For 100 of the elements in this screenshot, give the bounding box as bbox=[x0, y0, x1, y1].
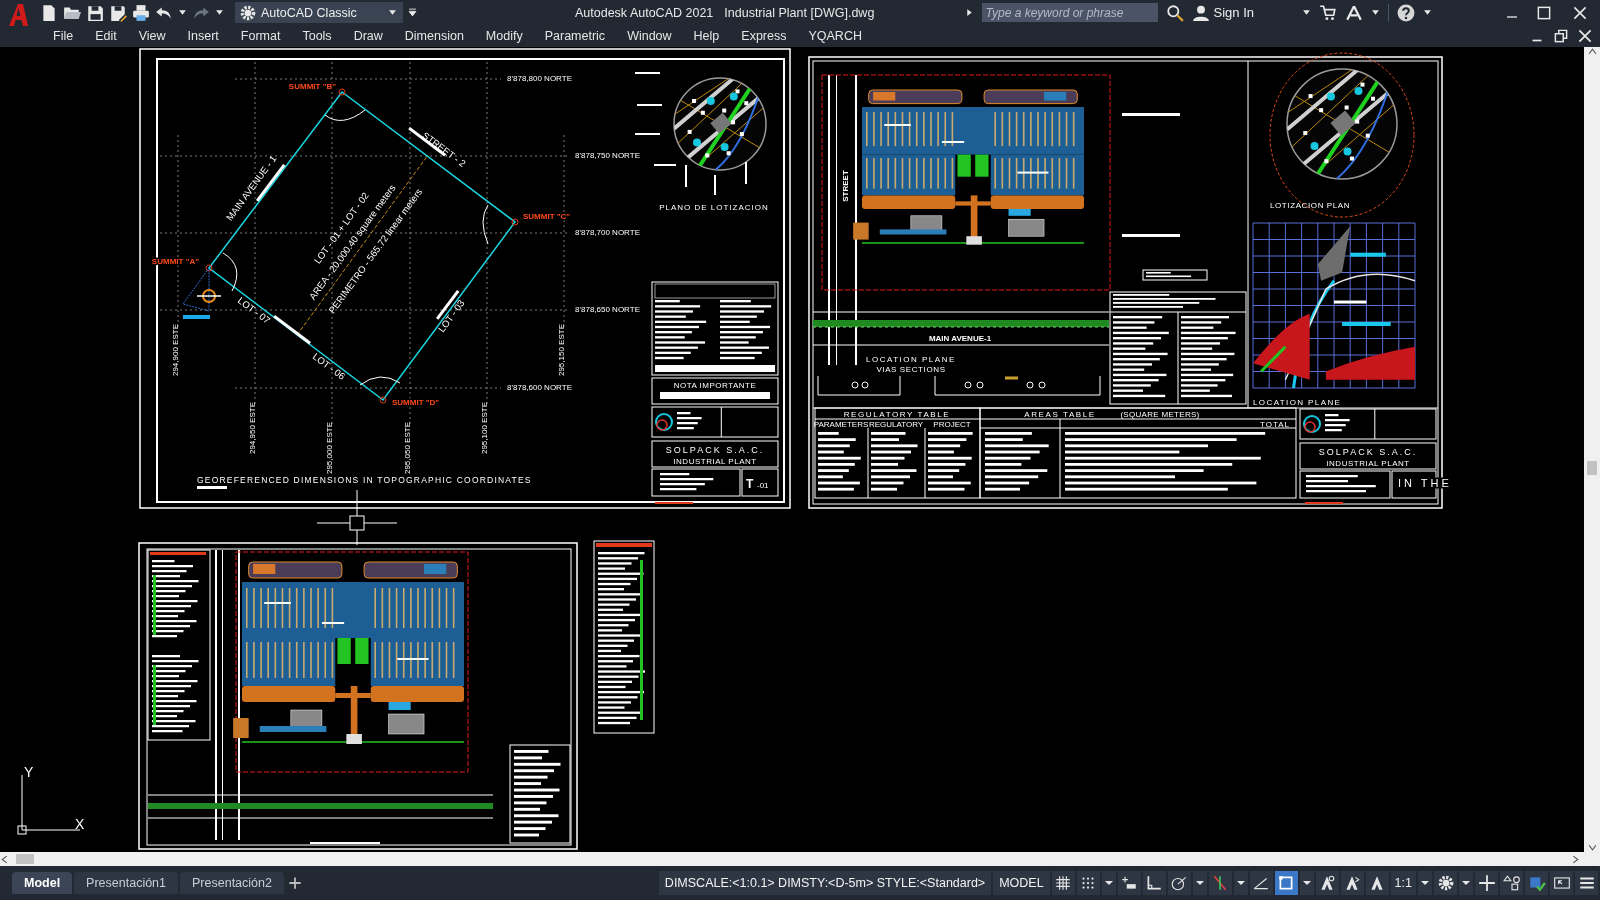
dropdown-toggle[interactable] bbox=[1459, 871, 1473, 895]
scale-bar bbox=[655, 502, 693, 504]
axis-label: Y bbox=[24, 764, 34, 780]
osnap-toggle[interactable] bbox=[1208, 871, 1232, 895]
dynamic-input-toggle[interactable] bbox=[1117, 871, 1141, 895]
caret-icon[interactable] bbox=[178, 8, 187, 17]
dropdown-toggle[interactable] bbox=[1101, 871, 1116, 895]
caret-icon[interactable] bbox=[1371, 8, 1380, 17]
menu-item[interactable]: Help bbox=[682, 29, 731, 43]
minimize-icon bbox=[1507, 15, 1517, 18]
menu-item[interactable]: Express bbox=[730, 29, 798, 43]
autoscale-toggle[interactable] bbox=[1340, 871, 1364, 895]
caret-icon[interactable] bbox=[1302, 8, 1311, 17]
coordinate-label: 8'878,800 NORTE bbox=[507, 74, 572, 83]
summit-label: SUMMIT "D" bbox=[392, 398, 440, 407]
dropdown-toggle[interactable] bbox=[1418, 871, 1432, 895]
caret-icon bbox=[1302, 881, 1311, 885]
search-icon[interactable] bbox=[1165, 3, 1184, 22]
annoscale-toggle[interactable] bbox=[1365, 871, 1389, 895]
grid-toggle[interactable] bbox=[1051, 871, 1075, 895]
scale-bar bbox=[1305, 502, 1343, 504]
caret-icon[interactable] bbox=[215, 8, 224, 17]
company-name: SOLPACK S.A.C. bbox=[1318, 447, 1418, 457]
print-icon[interactable] bbox=[132, 3, 150, 22]
menu-item[interactable]: View bbox=[127, 29, 177, 43]
annotation-icon bbox=[1318, 874, 1337, 892]
polar-toggle[interactable] bbox=[1167, 871, 1191, 895]
triangle-nodes-icon[interactable] bbox=[1345, 3, 1363, 22]
scroll-left-icon[interactable] bbox=[0, 854, 9, 864]
snap-toggle[interactable] bbox=[1076, 871, 1100, 895]
cursor-icon bbox=[316, 489, 398, 546]
menu-item[interactable]: Format bbox=[229, 29, 292, 43]
project-name: INDUSTRIAL PLANT bbox=[673, 457, 757, 466]
menu-item[interactable]: Tools bbox=[291, 29, 343, 43]
new-file-icon[interactable] bbox=[40, 3, 58, 22]
menu-item[interactable]: Draw bbox=[342, 29, 394, 43]
scroll-down-icon[interactable] bbox=[1587, 843, 1597, 852]
menu-toggle[interactable] bbox=[1575, 871, 1598, 895]
save-as-icon[interactable] bbox=[109, 3, 127, 22]
scroll-up-icon[interactable] bbox=[1587, 47, 1597, 56]
street-label: STREET bbox=[841, 170, 850, 202]
angle-toggle[interactable] bbox=[1249, 871, 1273, 895]
menu-item[interactable]: YQARCH bbox=[797, 29, 873, 43]
scroll-right-icon[interactable] bbox=[1571, 854, 1580, 864]
expand-icon[interactable] bbox=[964, 8, 974, 17]
project-name: INDUSTRIAL PLANT bbox=[1326, 459, 1410, 468]
dropdown-toggle[interactable] bbox=[1233, 871, 1248, 895]
isolate-icon bbox=[1502, 874, 1521, 892]
caret-icon[interactable] bbox=[1423, 8, 1432, 17]
sheet-number-frame bbox=[741, 468, 779, 497]
cart-icon[interactable] bbox=[1319, 3, 1337, 22]
isolate-toggle[interactable] bbox=[1500, 871, 1523, 895]
column-header: TOTAL bbox=[1260, 420, 1290, 429]
sign-in-button[interactable]: Sign In bbox=[1191, 3, 1254, 22]
plus-toggle[interactable] bbox=[1475, 871, 1498, 895]
workspace-dropdown[interactable]: AutoCAD Classic bbox=[235, 2, 403, 23]
plus-icon bbox=[1477, 874, 1496, 892]
menu-item[interactable]: Edit bbox=[84, 29, 128, 43]
menu-item[interactable]: Dimension bbox=[393, 29, 475, 43]
north-arrow-drawing bbox=[182, 267, 222, 319]
scale-dropdown[interactable]: 1:1 bbox=[1390, 871, 1416, 895]
summit-marker bbox=[379, 396, 387, 404]
search-field[interactable]: Type a keyword or phrase bbox=[981, 3, 1158, 22]
menu-item[interactable]: Parametric bbox=[533, 29, 617, 43]
space-toggle[interactable]: MODEL bbox=[993, 871, 1050, 895]
coordinate-label: 8'878,700 NORTE bbox=[575, 228, 640, 237]
dropdown-toggle[interactable] bbox=[1192, 871, 1207, 895]
status-variables: DIMSCALE:<1:0.1> DIMSTY:<D-5m> STYLE:<Standard> bbox=[658, 871, 992, 895]
hardware-toggle[interactable] bbox=[1525, 871, 1548, 895]
help-icon[interactable] bbox=[1397, 3, 1415, 22]
customize-icon[interactable] bbox=[408, 8, 417, 17]
close-icon[interactable] bbox=[1576, 27, 1594, 45]
scroll-thumb[interactable] bbox=[1587, 461, 1597, 475]
ortho-toggle[interactable] bbox=[1142, 871, 1166, 895]
coordinate-label: 294,950 ESTE bbox=[248, 402, 257, 454]
caret-icon bbox=[1462, 881, 1470, 885]
restore-icon[interactable] bbox=[1552, 27, 1570, 45]
sheet-number: T bbox=[746, 477, 754, 491]
layout-tab[interactable]: Presentación1 bbox=[74, 872, 179, 894]
layout-tab[interactable]: Model bbox=[12, 872, 73, 894]
caret-icon bbox=[1421, 881, 1429, 885]
coordinate-label: 295,050 ESTE bbox=[403, 422, 412, 474]
fullscreen-icon bbox=[1552, 874, 1571, 892]
gear-toggle[interactable] bbox=[1434, 871, 1457, 895]
horizontal-scrollbar[interactable] bbox=[0, 852, 1600, 866]
scroll-thumb[interactable] bbox=[16, 854, 34, 864]
sheet-caption: GEOREFERENCED DIMENSIONS IN TOPOGRAPHIC COORDINATES bbox=[197, 475, 532, 485]
layout-tab[interactable]: Presentación2 bbox=[180, 872, 284, 894]
menu-item[interactable]: Insert bbox=[176, 29, 230, 43]
summit-label: SUMMIT "C" bbox=[523, 212, 571, 221]
menu-item[interactable]: File bbox=[42, 29, 85, 43]
vertical-scrollbar[interactable] bbox=[1584, 47, 1600, 852]
menu-item[interactable]: Modify bbox=[474, 29, 534, 43]
coordinate-label: 8'878,600 NORTE bbox=[507, 383, 572, 392]
fullscreen-toggle[interactable] bbox=[1550, 871, 1573, 895]
dropdown-toggle[interactable] bbox=[1299, 871, 1314, 895]
selection-toggle[interactable] bbox=[1274, 871, 1298, 895]
menu-item[interactable]: Window bbox=[616, 29, 683, 43]
save-icon[interactable] bbox=[86, 3, 104, 22]
annotation-toggle[interactable] bbox=[1315, 871, 1339, 895]
